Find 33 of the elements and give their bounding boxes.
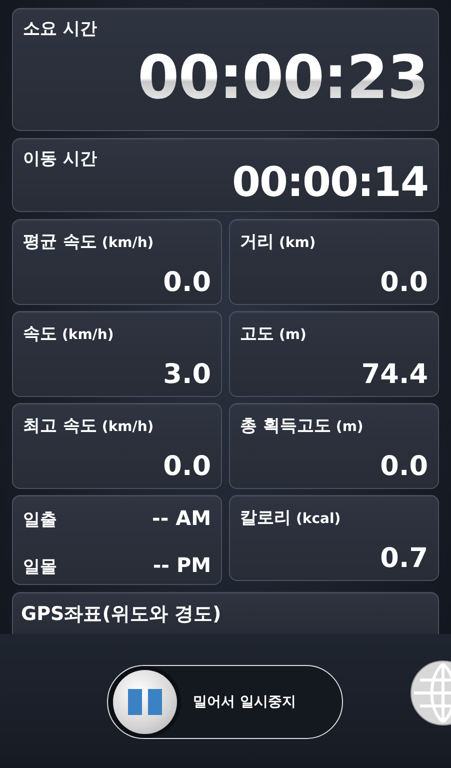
timer-label: 이동 시간 xyxy=(23,148,98,170)
sun-label: 일출 xyxy=(23,509,57,531)
stat-label: 최고 속도 xyxy=(23,415,97,437)
timer-value: 00:00:14 xyxy=(232,162,428,203)
stat-value: 0.0 xyxy=(380,267,428,298)
pause-knob[interactable] xyxy=(113,670,177,734)
stat-unit: (km/h) xyxy=(102,419,154,435)
stat-label: 칼로리 xyxy=(240,507,291,529)
stat-unit: (m) xyxy=(336,419,364,435)
stat-label: 고도 xyxy=(240,323,274,345)
timer-label: 소요 시간 xyxy=(23,18,98,40)
stat-value: 3.0 xyxy=(163,359,211,390)
stat-unit: (kcal) xyxy=(296,511,341,527)
sun-value: -- AM xyxy=(152,506,211,530)
pause-icon xyxy=(128,689,162,715)
stat-value: 0.0 xyxy=(163,267,211,298)
stat-value: 74.4 xyxy=(361,359,428,390)
stat-value: 0.0 xyxy=(380,451,428,482)
stat-label: 거리 xyxy=(240,231,274,253)
stat-label: 총 획득고도 xyxy=(240,415,331,437)
stat-unit: (km/h) xyxy=(62,327,114,343)
stat-label: 속도 xyxy=(23,323,57,345)
slider-label: 밀어서 일시중지 xyxy=(193,693,296,711)
stat-unit: (m) xyxy=(279,327,306,343)
pause-slider[interactable]: 밀어서 일시중지 xyxy=(107,665,343,739)
sun-label: 일몰 xyxy=(23,556,57,578)
stat-unit: (km/h) xyxy=(102,235,154,251)
stat-value: 0.7 xyxy=(380,543,428,574)
stat-label: 평균 속도 xyxy=(23,231,97,253)
sun-value: -- PM xyxy=(152,553,211,577)
gps-label: GPS좌표(위도와 경도) xyxy=(21,603,222,625)
stat-value: 0.0 xyxy=(163,451,211,482)
stat-unit: (km) xyxy=(279,235,316,251)
